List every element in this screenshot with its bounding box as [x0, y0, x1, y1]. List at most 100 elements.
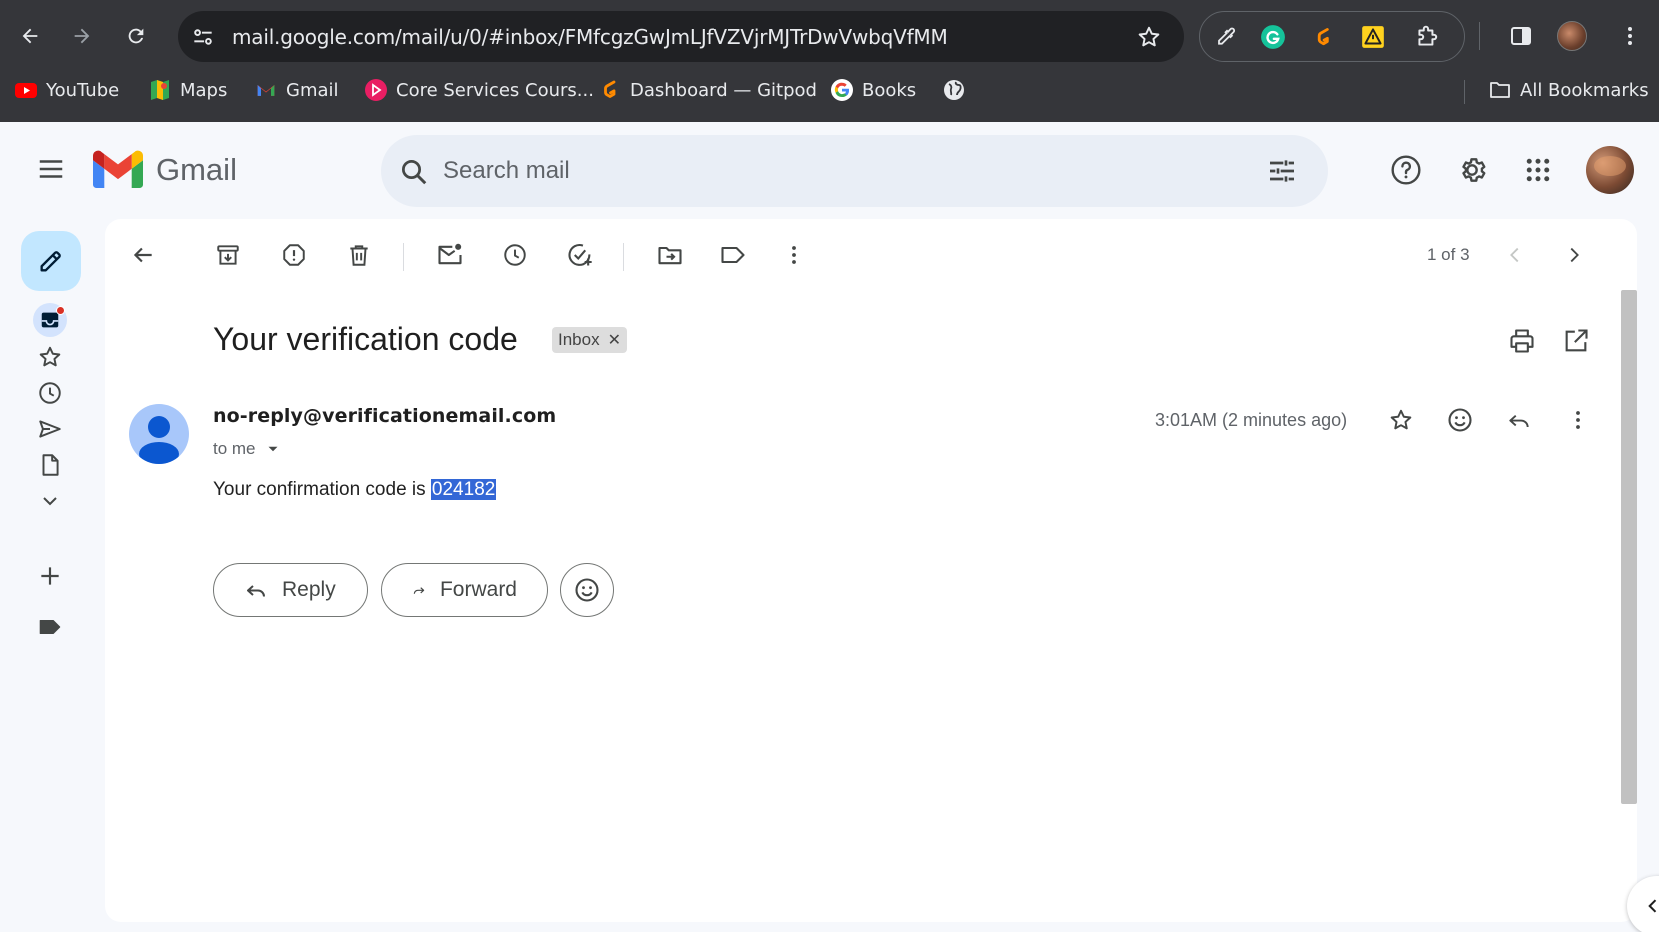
toolbar-divider — [403, 243, 404, 271]
reply-button[interactable]: Reply — [213, 563, 368, 617]
snooze-clock-icon[interactable] — [497, 237, 533, 273]
youtube-icon — [14, 78, 38, 102]
scrollbar-thumb[interactable] — [1621, 290, 1637, 804]
message-more-options-icon[interactable] — [1560, 402, 1596, 438]
back-icon[interactable] — [12, 18, 48, 54]
help-icon[interactable] — [1386, 150, 1426, 190]
browser-profile-avatar[interactable] — [1557, 21, 1587, 51]
reply-arrow-icon[interactable] — [1501, 402, 1537, 438]
forward-label: Forward — [439, 578, 517, 601]
sent-icon[interactable] — [35, 414, 65, 444]
add-reaction-emoji-icon[interactable] — [1442, 402, 1478, 438]
forward-icon[interactable] — [64, 18, 100, 54]
core-services-icon — [364, 78, 388, 102]
account-avatar[interactable] — [1586, 146, 1634, 194]
gmail-wordmark[interactable]: Gmail — [156, 152, 237, 188]
gmail-icon — [254, 78, 278, 102]
globe-icon — [942, 78, 966, 102]
side-panel-icon[interactable] — [1505, 20, 1537, 52]
print-icon[interactable] — [1506, 325, 1538, 357]
forward-button[interactable]: Forward — [381, 563, 548, 617]
label-chip-text: Inbox — [558, 330, 600, 349]
gmail-header: Gmail — [0, 122, 1659, 218]
snoozed-clock-icon[interactable] — [35, 378, 65, 408]
bookmark-core-services[interactable]: Core Services Cours... — [364, 78, 594, 102]
gitpod-extension-icon[interactable] — [1308, 22, 1338, 52]
google-apps-icon[interactable] — [1518, 150, 1558, 190]
email-subject: Your verification code — [213, 321, 518, 357]
bookmark-star-icon[interactable] — [1136, 24, 1162, 50]
remove-label-close-icon[interactable]: ✕ — [608, 330, 621, 350]
gmail-logo-icon[interactable] — [93, 150, 143, 188]
bookmark-gitpod[interactable]: Dashboard — Gitpod — [598, 78, 817, 102]
report-spam-icon[interactable] — [276, 237, 312, 273]
search-options-icon[interactable] — [1266, 155, 1298, 187]
sender-avatar[interactable] — [129, 404, 189, 464]
bookmarks-divider — [1464, 80, 1465, 104]
bookmark-maps[interactable]: Maps — [148, 78, 227, 102]
gitpod-icon — [598, 78, 622, 102]
bookmark-globe[interactable] — [942, 78, 966, 102]
warning-extension-icon[interactable] — [1358, 22, 1388, 52]
compose-button[interactable] — [21, 231, 81, 291]
delete-trash-icon[interactable] — [341, 237, 377, 273]
reload-icon[interactable] — [118, 18, 154, 54]
starred-icon[interactable] — [35, 342, 65, 372]
archive-icon[interactable] — [210, 237, 246, 273]
move-to-folder-icon[interactable] — [652, 237, 688, 273]
unread-dot — [56, 306, 65, 315]
drafts-icon[interactable] — [35, 450, 65, 480]
labels-tag-icon[interactable] — [715, 237, 751, 273]
extensions-group — [1199, 11, 1465, 62]
main-menu-icon[interactable] — [30, 148, 72, 190]
back-to-inbox-icon[interactable] — [125, 237, 161, 273]
bookmarks-bar: YouTube Maps Gmail Core Services Cours..… — [0, 74, 1659, 110]
bookmark-gmail[interactable]: Gmail — [254, 78, 339, 102]
extensions-puzzle-icon[interactable] — [1412, 22, 1442, 52]
inbox-icon[interactable] — [33, 303, 67, 337]
more-options-icon[interactable] — [776, 237, 812, 273]
search-input[interactable] — [443, 152, 1223, 190]
label-tag-icon[interactable] — [35, 612, 65, 642]
pager-count: 1 of 3 — [1427, 245, 1470, 264]
reply-label: Reply — [282, 578, 336, 601]
address-bar[interactable]: mail.google.com/mail/u/0/#inbox/FMfcgzGw… — [178, 11, 1184, 62]
open-in-new-window-icon[interactable] — [1560, 325, 1592, 357]
sender-email[interactable]: no-reply@verificationemail.com — [213, 405, 556, 427]
bookmark-youtube[interactable]: YouTube — [14, 78, 119, 102]
star-message-icon[interactable] — [1383, 402, 1419, 438]
more-chevron-down-icon[interactable] — [35, 486, 65, 516]
search-icon[interactable] — [399, 157, 429, 187]
email-timestamp: 3:01AM (2 minutes ago) — [1155, 410, 1348, 430]
older-chevron-right-icon[interactable] — [1556, 237, 1592, 273]
maps-icon — [148, 78, 172, 102]
google-icon — [830, 78, 854, 102]
all-bookmarks-button[interactable]: All Bookmarks — [1488, 78, 1649, 102]
search-bar[interactable] — [381, 135, 1328, 207]
create-label-plus-icon[interactable] — [35, 561, 65, 591]
verification-code[interactable]: 024182 — [430, 479, 497, 500]
toolbar-divider — [623, 243, 624, 271]
grammarly-extension-icon[interactable] — [1258, 22, 1288, 52]
inbox-label-chip[interactable]: Inbox ✕ — [552, 327, 627, 353]
caret-down-icon[interactable] — [264, 440, 282, 458]
pencil-icon — [40, 251, 61, 272]
settings-gear-icon[interactable] — [1452, 150, 1492, 190]
chevron-left-icon — [1648, 899, 1657, 913]
newer-chevron-left-icon[interactable] — [1497, 237, 1533, 273]
body-text-prefix: Your confirmation code is — [213, 479, 431, 500]
url-text[interactable]: mail.google.com/mail/u/0/#inbox/FMfcgzGw… — [232, 25, 948, 49]
forward-arrow-icon — [413, 587, 425, 594]
add-to-tasks-icon[interactable] — [562, 237, 598, 273]
email-body: Your confirmation code is 024182 — [213, 479, 497, 501]
recipient-details[interactable]: to me — [213, 439, 282, 459]
message-view: 1 of 3 Your verification code Inbox ✕ no… — [105, 219, 1637, 922]
smiley-icon — [575, 578, 599, 602]
mark-unread-icon[interactable] — [432, 237, 468, 273]
site-settings-icon[interactable] — [190, 24, 216, 50]
browser-menu-icon[interactable] — [1614, 20, 1646, 52]
emoji-reaction-button[interactable] — [560, 563, 614, 617]
person-icon — [139, 416, 179, 464]
bookmark-books[interactable]: Books — [830, 78, 916, 102]
eyedropper-extension-icon[interactable] — [1210, 22, 1240, 52]
